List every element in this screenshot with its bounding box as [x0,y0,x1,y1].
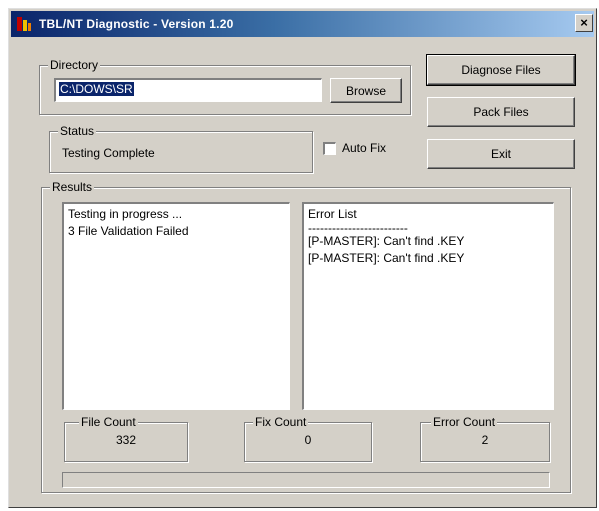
error-count-group: Error Count 2 [420,414,550,462]
auto-fix-checkbox[interactable]: Auto Fix [323,141,386,155]
directory-path-field[interactable]: C:\DOWS\SR [54,78,322,102]
fix-count-label: Fix Count [253,414,309,430]
directory-path-value: C:\DOWS\SR [59,82,134,96]
progress-line: Testing in progress ... [68,207,183,221]
browse-button[interactable]: Browse [330,78,402,103]
progress-line: 3 File Validation Failed [68,224,189,238]
directory-group: Directory C:\DOWS\SR Browse [39,57,411,115]
auto-fix-box[interactable] [323,141,336,155]
exit-button[interactable]: Exit [427,139,575,169]
title-bar[interactable]: TBL/NT Diagnostic - Version 1.20 × [11,11,594,37]
status-legend: Status [58,123,97,139]
diagnostic-window: TBL/NT Diagnostic - Version 1.20 × Direc… [8,8,597,508]
progress-list[interactable]: Testing in progress ... 3 File Validatio… [62,202,290,410]
error-list-separator: ------------------------- [308,221,408,235]
fix-count-group: Fix Count 0 [244,414,372,462]
error-list-item: [P-MASTER]: Can't find .KEY [308,251,465,265]
file-count-group: File Count 332 [64,414,188,462]
status-group: Status Testing Complete [49,123,313,173]
error-count-label: Error Count [431,414,498,430]
error-list-item: [P-MASTER]: Can't find .KEY [308,234,465,248]
file-count-label: File Count [79,414,138,430]
app-icon [15,15,33,33]
file-count-value: 332 [115,433,137,447]
close-button[interactable]: × [575,14,593,32]
progress-bar [62,472,550,488]
auto-fix-label: Auto Fix [342,141,387,155]
status-text: Testing Complete [62,146,155,160]
results-group: Results Testing in progress ... 3 File V… [41,179,571,493]
fix-count-value: 0 [304,433,312,447]
close-icon: × [580,15,588,30]
results-legend: Results [50,179,95,195]
diagnose-files-button[interactable]: Diagnose Files [426,54,576,86]
window-title: TBL/NT Diagnostic - Version 1.20 [39,17,234,31]
pack-files-button[interactable]: Pack Files [427,97,575,127]
error-list[interactable]: Error List ------------------------- [P-… [302,202,554,410]
directory-legend: Directory [48,57,101,73]
error-count-value: 2 [481,433,489,447]
